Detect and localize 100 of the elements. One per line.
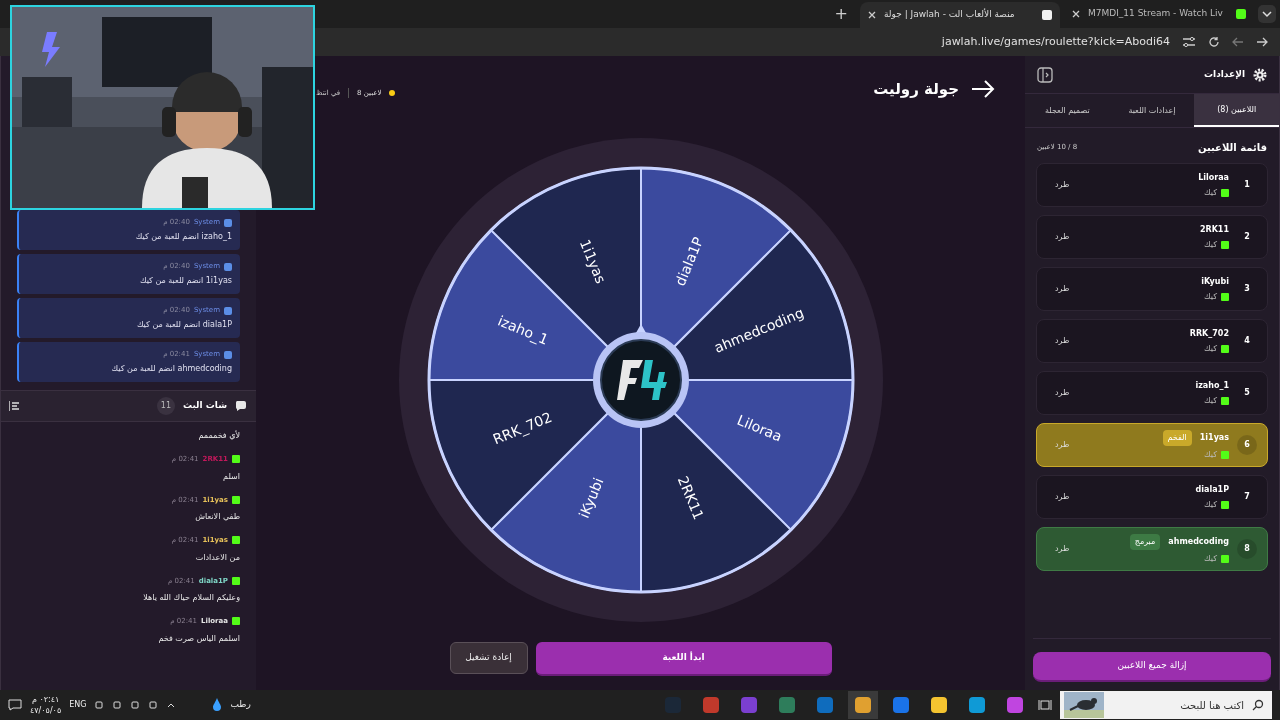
platform-icon — [1221, 396, 1229, 405]
settings-tab[interactable]: اللاعبين (8) — [1194, 94, 1279, 127]
player-name: ahmedcoding — [1168, 535, 1229, 548]
clock-date: ٤٧/٠٥/٠٥ — [30, 705, 62, 716]
message-text: ahmedcoding انضم للعبة من كيك — [110, 362, 232, 375]
browser-tab[interactable]: جولة | Jawlah - منصة الألعاب الت — [860, 2, 1060, 28]
app-icon[interactable] — [893, 697, 909, 713]
status-dot-icon — [389, 90, 396, 97]
settings-tab[interactable]: إعدادات اللعبة — [1109, 94, 1195, 127]
platform-icon — [232, 455, 240, 464]
logo-icon — [616, 360, 667, 400]
player-number: 3 — [1243, 283, 1251, 295]
kick-button[interactable]: طرد — [1047, 179, 1078, 191]
chat-message-text: وعليكم السلام حياك الله ياهلا — [142, 592, 240, 604]
platform-icon — [1221, 344, 1229, 353]
platform-icon — [232, 576, 240, 585]
platform-name: كيك — [1204, 290, 1217, 303]
remove-all-players-button[interactable]: إزالة جميع اللاعبين — [1033, 652, 1271, 682]
player-number: 1 — [1243, 179, 1251, 191]
message-text: izaho_1 انضم للعبة من كيك — [134, 230, 232, 243]
close-icon[interactable] — [1072, 10, 1080, 18]
site-settings-icon[interactable] — [1182, 36, 1196, 48]
reload-icon[interactable] — [1208, 36, 1220, 48]
app-icon[interactable] — [969, 697, 985, 713]
player-number: 4 — [1243, 335, 1251, 347]
bot-icon — [224, 350, 232, 359]
platform-name: كيك — [1204, 498, 1217, 511]
clock-time: ٠٢:٤١ م — [31, 694, 60, 705]
tab-favicon-icon — [1236, 9, 1246, 19]
menu-icon[interactable] — [9, 401, 19, 411]
platform-name: كيك — [1204, 552, 1217, 565]
chat-message-text: اسلم — [222, 470, 240, 483]
chat-message-text: طفي الانعاش — [194, 511, 240, 523]
app-icon[interactable] — [779, 697, 795, 713]
task-view-icon[interactable] — [1038, 699, 1052, 711]
search-icon — [1252, 699, 1264, 711]
search-placeholder: اكتب هنا للبحث — [1180, 698, 1244, 713]
tab-favicon-icon — [1042, 10, 1052, 20]
settings-tab[interactable]: تصميم العجلة — [1025, 94, 1110, 127]
search-field[interactable]: اكتب هنا للبحث — [1060, 691, 1272, 719]
viewer-count: 11 — [156, 397, 175, 415]
chat-message-text: اسلمم الياس صرت فخم — [157, 632, 240, 645]
weather-text: رطب — [230, 698, 251, 712]
close-icon[interactable] — [868, 11, 876, 19]
platform-icon — [1221, 292, 1229, 301]
platform-icon — [1221, 450, 1229, 459]
player-badge: مبرمج — [1129, 533, 1161, 550]
list-title: قائمة اللاعبين — [1197, 141, 1267, 155]
platform-icon — [1221, 240, 1229, 249]
bot-icon — [224, 218, 232, 227]
player-number: 8 — [1237, 539, 1257, 559]
arrow-icon[interactable] — [971, 80, 995, 99]
app-icon[interactable] — [855, 697, 871, 713]
weather-icon[interactable] — [212, 698, 223, 712]
language-indicator[interactable]: ENG — [69, 699, 87, 711]
player-name: diala1P — [1195, 483, 1229, 496]
player-name: 1i1yas — [1199, 431, 1229, 444]
tab-title: M7MDI_11 Stream - Watch Liv — [1088, 7, 1224, 21]
chat-icon — [235, 400, 248, 412]
player-number: 6 — [1237, 435, 1257, 455]
player-name: 2RK11 — [1199, 223, 1229, 236]
kick-button[interactable]: طرد — [1047, 491, 1078, 503]
kick-button[interactable]: طرد — [1047, 231, 1078, 243]
start-game-button[interactable]: ابدأ اللعبة — [535, 642, 832, 676]
player-name: RRK_702 — [1189, 327, 1229, 340]
player-name: Liloraa — [1198, 171, 1229, 184]
page-title: جولة روليت — [873, 79, 959, 100]
kick-button[interactable]: طرد — [1047, 283, 1078, 295]
url-field[interactable]: jawlah.live/games/roulette?kick=Abodi64 — [941, 33, 1170, 51]
bird-icon — [1064, 692, 1104, 718]
platform-icon — [1221, 554, 1229, 563]
player-badge: الفخم — [1162, 429, 1192, 446]
restart-button[interactable]: إعادة تشغيل — [449, 642, 528, 674]
message-text: 1i1yas انضم للعبة من كيك — [138, 274, 232, 287]
kick-button[interactable]: طرد — [1047, 335, 1078, 347]
browser-tab[interactable]: M7MDI_11 Stream - Watch Liv — [1064, 1, 1254, 27]
platform-icon — [1221, 188, 1229, 197]
settings-icon — [1253, 67, 1267, 82]
platform-icon — [232, 495, 240, 504]
player-number: 7 — [1243, 491, 1251, 503]
notification-icon[interactable] — [8, 699, 22, 711]
player-number: 5 — [1243, 387, 1251, 399]
chat-title: شات البث — [182, 399, 227, 413]
tab-list-button[interactable] — [1258, 5, 1276, 23]
chat-message-text: من الاعدادات — [194, 551, 240, 564]
bot-icon — [224, 262, 232, 271]
new-tab-button[interactable]: + — [826, 2, 856, 26]
panel-title: الإعدادات — [1204, 67, 1245, 81]
kick-button[interactable]: طرد — [1047, 543, 1078, 555]
chat-message-text: لأي فخمممم — [197, 430, 240, 442]
app-icon[interactable] — [931, 697, 947, 713]
app-icon[interactable] — [1007, 697, 1023, 713]
platform-icon — [232, 536, 240, 545]
platform-name: كيك — [1204, 186, 1217, 199]
forward-icon[interactable] — [1256, 36, 1268, 48]
platform-name: كيك — [1204, 238, 1217, 251]
player-name: iKyubi — [1201, 275, 1229, 288]
back-icon[interactable] — [1232, 36, 1244, 48]
collapse-panel-icon[interactable] — [1037, 66, 1053, 83]
kick-button[interactable]: طرد — [1047, 387, 1078, 399]
